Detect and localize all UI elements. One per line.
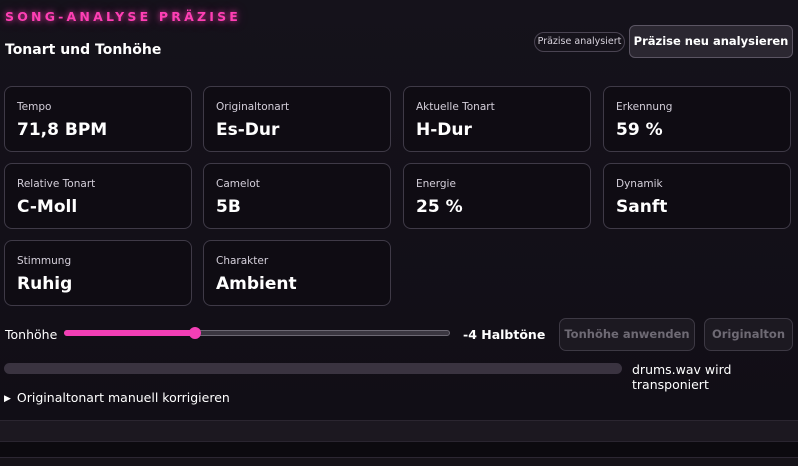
card-label: Erkennung bbox=[616, 101, 673, 113]
card-label: Relative Tonart bbox=[17, 178, 96, 190]
card-value: C-Moll bbox=[17, 197, 78, 217]
card-value: Es-Dur bbox=[216, 120, 280, 140]
pitch-slider[interactable] bbox=[64, 327, 450, 339]
card-value: Ambient bbox=[216, 274, 297, 294]
pitch-label: Tonhöhe bbox=[5, 327, 58, 342]
card-mood: Stimmung Ruhig bbox=[4, 240, 192, 306]
pitch-slider-fill bbox=[64, 330, 195, 336]
bottom-divider bbox=[0, 420, 798, 441]
manual-key-correction-label: Originaltonart manuell korrigieren bbox=[16, 390, 230, 405]
transpose-progress-bar bbox=[4, 363, 622, 374]
card-tempo: Tempo 71,8 BPM bbox=[4, 86, 192, 152]
card-dynamics: Dynamik Sanft bbox=[603, 163, 791, 229]
card-value: Ruhig bbox=[17, 274, 73, 294]
card-camelot: Camelot 5B bbox=[203, 163, 391, 229]
card-value: 59 % bbox=[616, 120, 663, 140]
card-value: 5B bbox=[216, 197, 241, 217]
card-value: 71,8 BPM bbox=[17, 120, 108, 140]
semitone-value: -4 Halbtöne bbox=[463, 327, 546, 342]
card-character: Charakter Ambient bbox=[203, 240, 391, 306]
card-detection: Erkennung 59 % bbox=[603, 86, 791, 152]
card-label: Stimmung bbox=[17, 255, 72, 267]
card-label: Tempo bbox=[17, 101, 52, 113]
card-value: H-Dur bbox=[416, 120, 472, 140]
card-original-key: Originaltonart Es-Dur bbox=[203, 86, 391, 152]
manual-key-correction-toggle[interactable]: ▶ Originaltonart manuell korrigieren bbox=[4, 390, 230, 405]
bottom-strip bbox=[0, 441, 798, 458]
card-energy: Energie 25 % bbox=[403, 163, 591, 229]
analysis-status-badge: Präzise analysiert bbox=[534, 32, 625, 52]
transpose-status-text: drums.wav wird transponiert bbox=[632, 362, 732, 392]
apply-pitch-button[interactable]: Tonhöhe anwenden bbox=[559, 318, 695, 351]
card-label: Energie bbox=[416, 178, 456, 190]
card-value: Sanft bbox=[616, 197, 668, 217]
card-current-key: Aktuelle Tonart H-Dur bbox=[403, 86, 591, 152]
card-value: 25 % bbox=[416, 197, 463, 217]
key-pitch-panel: SONG-ANALYSE PRÄZISE Tonart und Tonhöhe … bbox=[0, 0, 798, 420]
card-label: Dynamik bbox=[616, 178, 663, 190]
panel-subtitle: Tonart und Tonhöhe bbox=[5, 42, 162, 58]
pitch-slider-thumb[interactable] bbox=[189, 327, 201, 339]
card-label: Camelot bbox=[216, 178, 260, 190]
reanalyze-button[interactable]: Präzise neu analysieren bbox=[629, 25, 793, 58]
card-label: Charakter bbox=[216, 255, 269, 267]
original-pitch-button[interactable]: Originalton bbox=[704, 318, 793, 351]
card-relative-key: Relative Tonart C-Moll bbox=[4, 163, 192, 229]
card-label: Aktuelle Tonart bbox=[416, 101, 495, 113]
card-label: Originaltonart bbox=[216, 101, 290, 113]
triangle-right-icon: ▶ bbox=[4, 394, 11, 404]
section-title: SONG-ANALYSE PRÄZISE bbox=[5, 9, 242, 24]
